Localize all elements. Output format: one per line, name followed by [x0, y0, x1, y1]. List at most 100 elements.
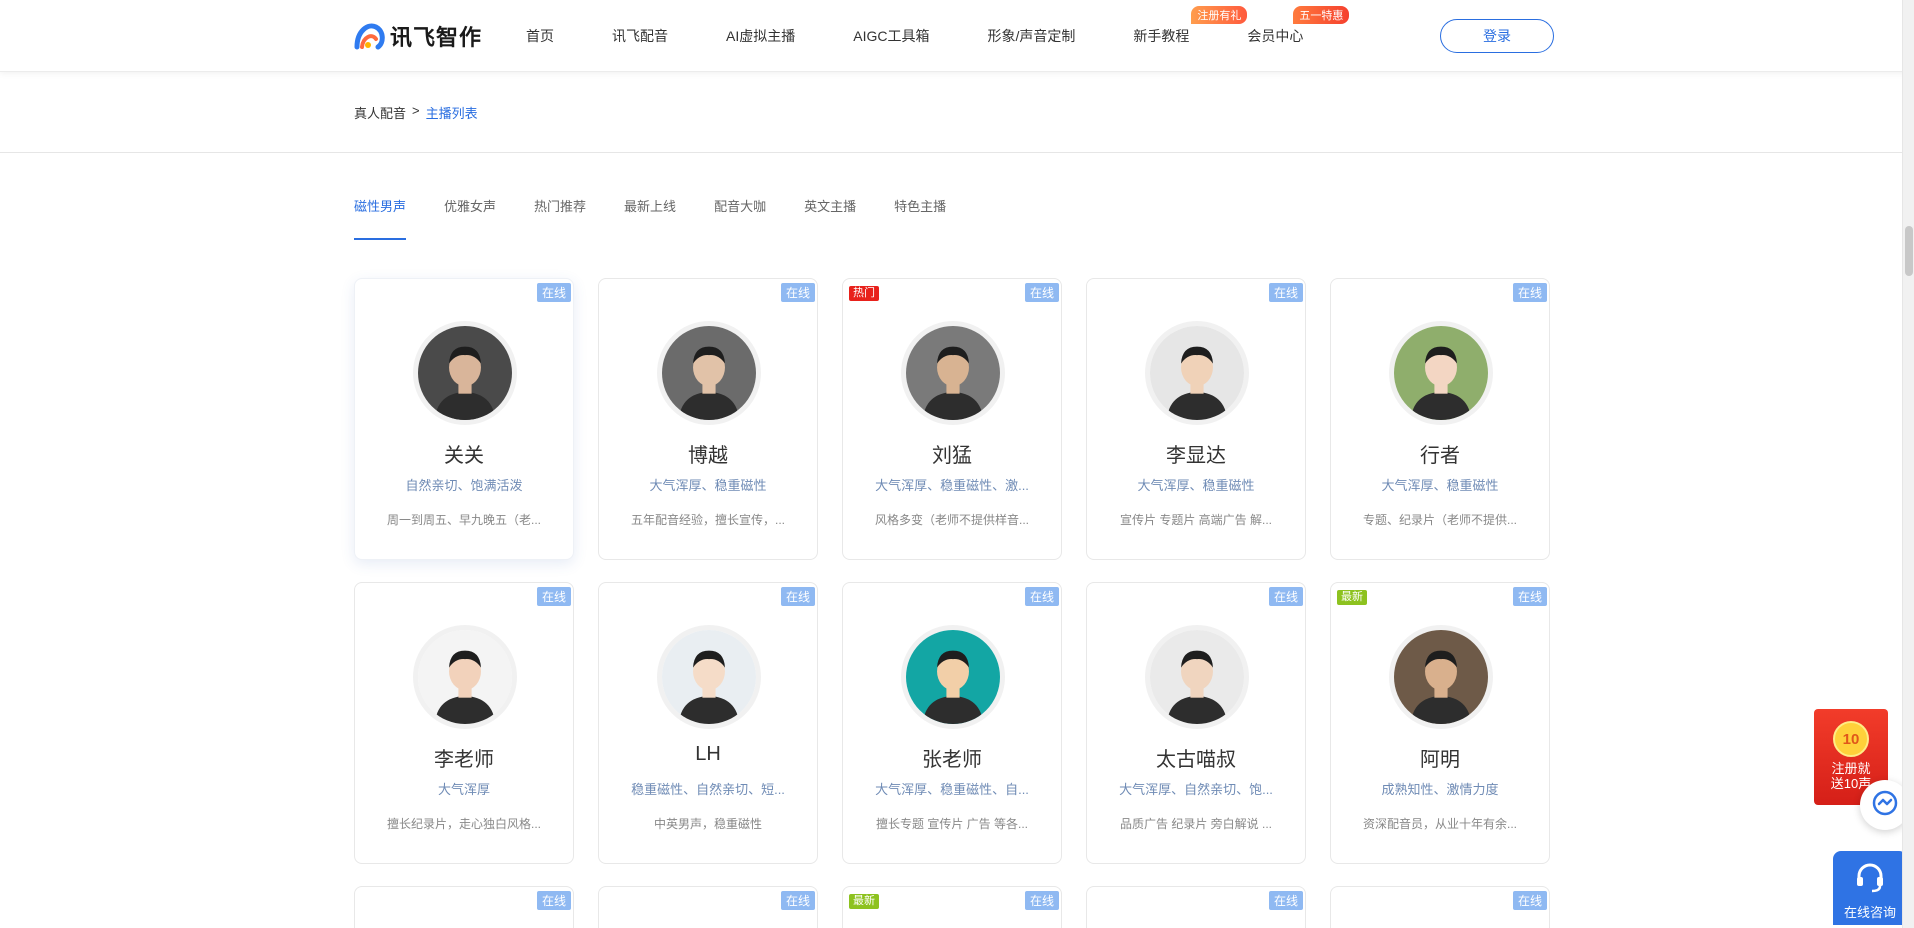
anchor-card[interactable]: 在线李老师大气浑厚擅长纪录片，走心独白风格...: [354, 582, 574, 864]
logo-icon: [354, 21, 388, 51]
category-tabs: 磁性男声 优雅女声 热门推荐 最新上线 配音大咖 英文主播 特色主播: [354, 196, 984, 240]
anchor-card[interactable]: 在线 关关 自然亲切、饱满活泼 周一到周五、早九晚五（老...: [354, 278, 574, 560]
consult-label: 在线咨询: [1843, 905, 1896, 920]
avatar[interactable]: [1389, 625, 1493, 729]
nav-label: 会员中心: [1247, 28, 1304, 44]
online-status-badge: 在线: [1512, 283, 1547, 302]
anchor-description: 风格多变（老师不提供样音...: [874, 513, 1029, 527]
anchor-card[interactable]: 在线: [354, 886, 574, 928]
nav-home[interactable]: 首页: [526, 26, 554, 46]
anchor-card[interactable]: 在线: [1086, 886, 1306, 928]
nav-aigc-toolbox[interactable]: AIGC工具箱: [853, 26, 929, 46]
voice-styles: 大气浑厚、稳重磁性: [1137, 478, 1255, 493]
anchor-description: 周一到周五、早九晚五（老...: [386, 513, 541, 527]
avatar[interactable]: [413, 625, 517, 729]
anchor-card[interactable]: 在线 博越 大气浑厚、稳重磁性 五年配音经验，擅长宣传，...: [598, 278, 818, 560]
anchor-grid: 在线 关关 自然亲切、饱满活泼 周一到周五、早九晚五（老... 在线 博越 大气浑厚、稳重磁…: [354, 278, 1554, 928]
nav-member-center[interactable]: 五一特惠 会员中心: [1247, 6, 1350, 46]
anchor-card[interactable]: 在线 张老师 大气浑厚、稳重磁性、自... 擅长专题 宣传片 广告 等各...: [842, 582, 1062, 864]
anchor-name[interactable]: 阿明: [1331, 743, 1549, 772]
main-nav: 首页 讯飞配音 AI虚拟主播 AIGC工具箱 形象/声音定制 注册有礼 新手教程…: [526, 0, 1361, 72]
anchor-name[interactable]: 关关: [355, 439, 573, 468]
anchor-name[interactable]: LH: [599, 743, 817, 766]
page-scrollbar[interactable]: [1902, 0, 1914, 928]
anchor-description: 中英男声，稳重磁性: [653, 817, 762, 831]
online-status-badge: 在线: [1512, 587, 1547, 606]
online-status-badge: 在线: [1512, 891, 1547, 910]
online-status-badge: 在线: [1268, 891, 1303, 910]
anchor-card[interactable]: 在线: [598, 886, 818, 928]
online-status-badge: 在线: [780, 587, 815, 606]
voice-styles: 大气浑厚、稳重磁性、自...: [875, 782, 1029, 797]
anchor-card[interactable]: 在线李显达大气浑厚、稳重磁性宣传片 专题片 高端广告 解...: [1086, 278, 1306, 560]
anchor-name[interactable]: 刘猛: [843, 439, 1061, 468]
online-status-badge: 在线: [536, 283, 571, 302]
breadcrumb-separator: >: [412, 103, 420, 118]
new-tag: 最新: [849, 894, 879, 909]
anchor-card[interactable]: 最新 在线: [842, 886, 1062, 928]
anchor-card[interactable]: 热门 在线 刘猛 大气浑厚、稳重磁性、激... 风格多变（老师不提供样音...: [842, 278, 1062, 560]
tab-newest[interactable]: 最新上线: [624, 196, 676, 228]
online-status-badge: 在线: [780, 283, 815, 302]
scrollbar-thumb[interactable]: [1905, 226, 1913, 276]
avatar[interactable]: [1145, 625, 1249, 729]
nav-custom-voice[interactable]: 形象/声音定制: [987, 26, 1075, 46]
login-button[interactable]: 登录: [1440, 19, 1554, 53]
avatar[interactable]: [657, 321, 761, 425]
anchor-card[interactable]: 在线 LH 稳重磁性、自然亲切、短... 中英男声，稳重磁性: [598, 582, 818, 864]
tab-english[interactable]: 英文主播: [804, 196, 856, 228]
anchor-card[interactable]: 在线行者大气浑厚、稳重磁性专题、纪录片（老师不提供...: [1330, 278, 1550, 560]
tab-hot[interactable]: 热门推荐: [534, 196, 586, 228]
avatar[interactable]: [901, 321, 1005, 425]
tab-elegant-female[interactable]: 优雅女声: [444, 196, 496, 228]
anchor-name[interactable]: 太古喵叔: [1087, 743, 1305, 772]
anchor-name[interactable]: 行者: [1331, 439, 1549, 468]
voice-styles: 大气浑厚、稳重磁性、激...: [875, 478, 1029, 493]
anchor-description: 专题、纪录片（老师不提供...: [1362, 513, 1517, 527]
tab-special[interactable]: 特色主播: [894, 196, 946, 228]
promo-badge: 五一特惠: [1293, 6, 1350, 24]
nav-label: 讯飞配音: [612, 28, 668, 44]
avatar[interactable]: [413, 321, 517, 425]
hot-tag: 热门: [849, 286, 879, 301]
chat-icon: [1871, 789, 1899, 822]
anchor-name[interactable]: 李显达: [1087, 439, 1305, 468]
voice-styles: 大气浑厚: [437, 782, 490, 797]
logo-text: 讯飞智作: [390, 25, 483, 50]
online-status-badge: 在线: [1268, 283, 1303, 302]
avatar[interactable]: [657, 625, 761, 729]
anchor-description: 宣传片 专题片 高端广告 解...: [1119, 513, 1272, 527]
voice-styles: 大气浑厚、自然亲切、饱...: [1119, 782, 1273, 797]
headset-icon: [1852, 863, 1888, 899]
tab-big-names[interactable]: 配音大咖: [714, 196, 766, 228]
breadcrumb-root[interactable]: 真人配音: [354, 103, 406, 122]
logo[interactable]: 讯飞智作: [354, 20, 482, 52]
avatar[interactable]: [901, 625, 1005, 729]
redpack-line1: 注册就: [1831, 761, 1871, 776]
anchor-description: 品质广告 纪录片 旁白解说 ...: [1119, 817, 1272, 831]
anchor-description: 五年配音经验，擅长宣传，...: [630, 513, 785, 527]
nav-label: AIGC工具箱: [853, 28, 930, 44]
nav-tutorial[interactable]: 注册有礼 新手教程: [1133, 6, 1248, 46]
anchor-description: 擅长纪录片，走心独白风格...: [386, 817, 541, 831]
anchor-name[interactable]: 博越: [599, 439, 817, 468]
coin-icon: 10: [1833, 721, 1869, 757]
anchor-description: 资深配音员，从业十年有余...: [1362, 817, 1517, 831]
anchor-name[interactable]: 张老师: [843, 743, 1061, 772]
anchor-name[interactable]: 李老师: [355, 743, 573, 772]
tab-magnetic-male[interactable]: 磁性男声: [354, 196, 407, 240]
anchor-card[interactable]: 最新 在线 阿明 成熟知性、激情力度 资深配音员，从业十年有余...: [1330, 582, 1550, 864]
nav-label: 新手教程: [1133, 28, 1190, 44]
voice-styles: 稳重磁性、自然亲切、短...: [631, 782, 785, 797]
online-consult-button[interactable]: 在线咨询: [1833, 851, 1907, 925]
anchor-description: 擅长专题 宣传片 广告 等各...: [875, 817, 1028, 831]
breadcrumb: 真人配音 > 主播列表: [354, 103, 478, 122]
voice-styles: 大气浑厚、稳重磁性: [1381, 478, 1499, 493]
online-status-badge: 在线: [536, 587, 571, 606]
anchor-card[interactable]: 在线 太古喵叔 大气浑厚、自然亲切、饱... 品质广告 纪录片 旁白解说 ...: [1086, 582, 1306, 864]
nav-ai-anchor[interactable]: AI虚拟主播: [726, 26, 795, 46]
avatar[interactable]: [1145, 321, 1249, 425]
anchor-card[interactable]: 在线: [1330, 886, 1550, 928]
nav-xunfei-dubbing[interactable]: 讯飞配音: [612, 26, 668, 46]
avatar[interactable]: [1389, 321, 1493, 425]
